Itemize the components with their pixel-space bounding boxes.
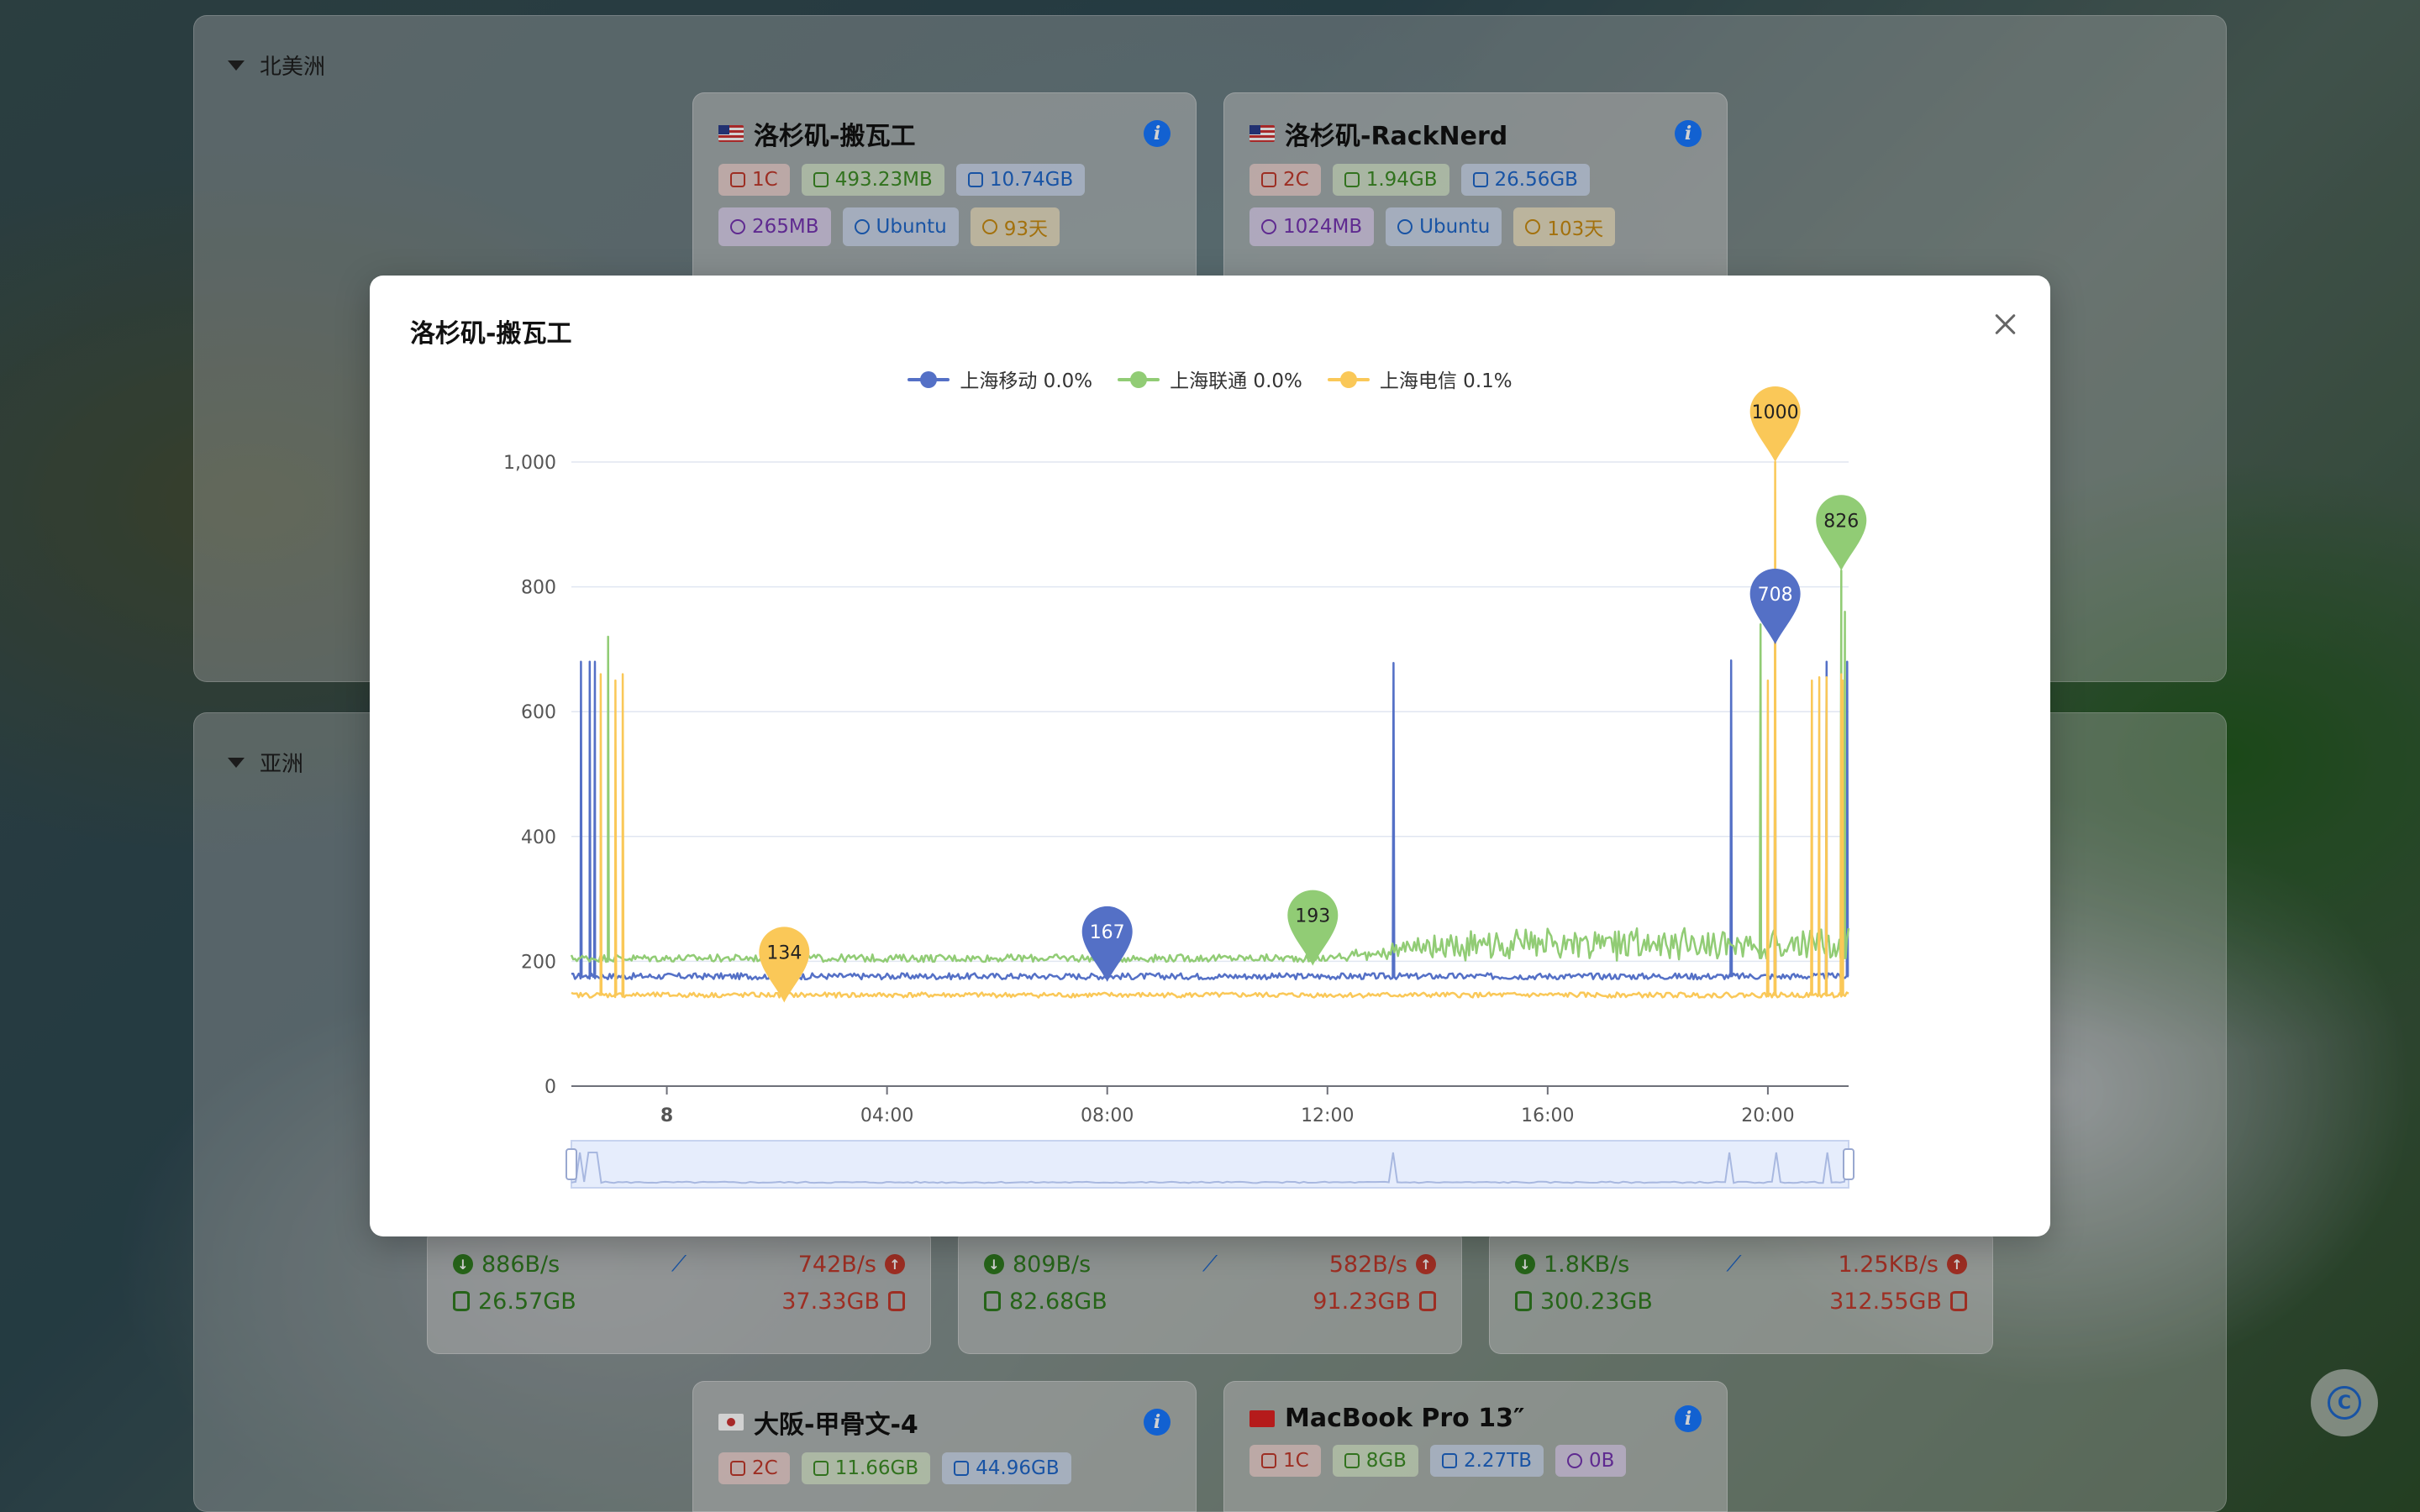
y-tick-label: 1,000 [503, 453, 556, 474]
marker-pin [1749, 568, 1801, 644]
y-tick-label: 200 [521, 952, 556, 973]
latency-chart[interactable]: 167 708 193 826 134 1000 0 200 400 600 800 1,000 8 0… [370, 276, 2050, 1236]
marker-label: 708 [1758, 585, 1793, 606]
x-tick-label: 20:00 [1741, 1105, 1794, 1126]
marker-label: 167 [1090, 922, 1125, 943]
zoom-slider-track [571, 1140, 1849, 1189]
x-tick-label: 16:00 [1521, 1105, 1574, 1126]
marker-label: 1000 [1752, 402, 1799, 423]
zoom-handle-left[interactable] [566, 1148, 577, 1180]
x-tick-label: 04:00 [860, 1105, 913, 1126]
x-tick-label: 08:00 [1081, 1105, 1134, 1126]
data-marker: 826 [1816, 495, 1867, 571]
x-tick-label: 8 [660, 1105, 673, 1126]
series-line-1 [570, 570, 1850, 963]
marker-label: 193 [1295, 906, 1330, 927]
marker-label: 826 [1823, 511, 1859, 532]
marker-label: 134 [766, 942, 802, 963]
data-marker: 134 [759, 927, 810, 1003]
series-line-2 [571, 460, 1849, 999]
marker-pin [759, 927, 810, 1003]
y-tick-label: 0 [544, 1077, 556, 1098]
data-marker: 708 [1749, 568, 1801, 644]
y-tick-label: 800 [521, 578, 556, 599]
y-tick-label: 600 [521, 702, 556, 723]
zoom-handle-right[interactable] [1843, 1148, 1854, 1180]
marker-pin [1749, 386, 1801, 462]
marker-pin [1287, 890, 1339, 966]
marker-pin [1816, 495, 1867, 571]
marker-pin [1081, 906, 1133, 982]
data-marker: 193 [1287, 890, 1339, 966]
y-tick-label: 400 [521, 827, 556, 848]
data-marker: 1000 [1749, 386, 1801, 462]
x-tick-label: 12:00 [1301, 1105, 1354, 1126]
series-line-0 [571, 643, 1849, 981]
data-marker: 167 [1081, 906, 1133, 982]
latency-modal: 洛杉矶-搬瓦工 上海移动 0.0% 上海联通 0.0% 上海电信 0.1% 16… [370, 276, 2050, 1236]
